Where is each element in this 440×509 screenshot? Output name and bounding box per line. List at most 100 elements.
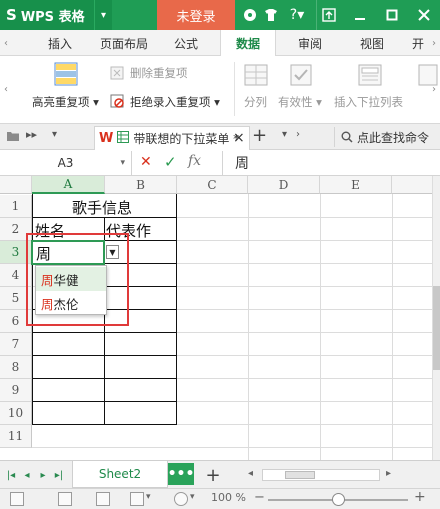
grid-line	[392, 194, 393, 460]
split-column-button[interactable]: 分列	[244, 94, 267, 110]
horizontal-scrollbar[interactable]	[262, 469, 380, 481]
search-icon	[341, 131, 353, 143]
shirt-icon[interactable]	[260, 0, 282, 30]
select-all-corner[interactable]	[0, 176, 32, 194]
grid-line	[32, 447, 432, 448]
vertical-scrollbar-thumb[interactable]	[433, 286, 440, 370]
name-box[interactable]: A3 ▾	[0, 151, 132, 175]
ribbon-body-left-icon[interactable]: ‹	[0, 76, 12, 102]
command-search-label: 点此查找命令	[357, 130, 430, 145]
reject-duplicates-button[interactable]: 拒绝录入重复项 ▾	[130, 94, 220, 110]
cancel-icon[interactable]: ✕	[140, 154, 152, 170]
validity-button[interactable]: 有效性 ▾	[278, 94, 322, 110]
row-header-1[interactable]: 1	[0, 195, 32, 218]
highlight-duplicates-label: 高亮重复项	[32, 95, 90, 109]
add-sheet-button[interactable]: +	[200, 461, 226, 489]
column-header-b[interactable]: B	[105, 176, 177, 194]
document-title: 带联想的下拉菜单 *	[133, 132, 240, 146]
ribbon-data-panel: ‹ 高亮重复项 ▾ 删除重复项 拒绝录入重复项 ▾ 分列 有效性 ▾ 插入下拉列…	[0, 56, 440, 124]
first-sheet-icon[interactable]: |◂	[4, 461, 18, 489]
formula-input[interactable]: 周	[222, 151, 440, 175]
horizontal-scrollbar-thumb[interactable]	[285, 471, 315, 479]
row-header-11[interactable]: 11	[0, 425, 32, 448]
delete-duplicates-icon	[110, 66, 124, 83]
wps-logo-icon: S	[6, 6, 17, 24]
upload-icon[interactable]	[316, 0, 340, 30]
delete-duplicates-button[interactable]: 删除重复项	[130, 65, 188, 81]
row-header-8[interactable]: 8	[0, 356, 32, 379]
tab-formulas[interactable]: 公式	[166, 30, 206, 56]
column-header-f[interactable]	[392, 176, 432, 194]
zoom-out-icon[interactable]: −	[254, 490, 265, 505]
highlight-duplicates-icon[interactable]	[54, 62, 78, 89]
document-tab[interactable]: W 带联想的下拉菜单 * ×	[94, 126, 250, 150]
tab-page-layout[interactable]: 页面布局	[92, 30, 156, 56]
column-header-c[interactable]: C	[177, 176, 248, 194]
app-menu[interactable]: S WPS 表格	[0, 0, 94, 30]
insert-dropdown-list-button[interactable]: 插入下拉列表	[334, 94, 403, 110]
tab-data[interactable]: 数据	[220, 30, 276, 57]
zoom-in-icon[interactable]: +	[414, 489, 426, 505]
maximize-icon[interactable]	[378, 0, 406, 30]
table-hline	[32, 355, 177, 356]
status-bar: ▾ ▾ 100 % − +	[0, 488, 440, 509]
new-tab-icon[interactable]: +	[252, 125, 267, 146]
tabs-more-icon[interactable]: ›	[296, 129, 300, 140]
page-break-view-icon[interactable]	[96, 492, 110, 506]
insert-function-icon[interactable]: fx	[188, 153, 201, 169]
ribbon-body-right-icon[interactable]: ›	[428, 76, 440, 102]
command-search[interactable]: 点此查找命令	[334, 127, 440, 147]
document-tab-bar: ▸▸ ▾ W 带联想的下拉菜单 * × + ▾ › 点此查找命令	[0, 124, 440, 150]
reading-mode-icon[interactable]	[130, 492, 144, 506]
vertical-scrollbar[interactable]	[432, 176, 440, 460]
column-header-a[interactable]: A	[32, 176, 105, 194]
cell-a1-title[interactable]: 歌手信息	[72, 197, 132, 218]
next-sheet-icon[interactable]: ▸	[36, 461, 50, 489]
sheet-tab-sheet2[interactable]: Sheet2	[72, 461, 168, 488]
tab-review[interactable]: 审阅	[290, 30, 330, 56]
column-header-e[interactable]: E	[320, 176, 392, 194]
name-box-dropdown-icon[interactable]: ▾	[120, 158, 125, 168]
scroll-left-icon[interactable]: ◂	[248, 468, 253, 479]
prev-sheet-icon[interactable]: ◂	[20, 461, 34, 489]
row-header-9[interactable]: 9	[0, 379, 32, 402]
tab-dev[interactable]: 开	[406, 30, 430, 56]
table-hline	[32, 401, 177, 402]
more-sheets-button[interactable]: •••	[168, 463, 194, 485]
normal-view-icon[interactable]	[10, 492, 24, 506]
sheet-tab-bar: |◂ ◂ ▸ ▸| Sheet2 ••• + ◂ ▸	[0, 460, 440, 488]
close-tab-icon[interactable]: ×	[233, 130, 245, 146]
column-header-d[interactable]: D	[248, 176, 320, 194]
page-layout-view-icon[interactable]	[58, 492, 72, 506]
ribbon-tabs: ‹ 插入 页面布局 公式 数据 审阅 视图 开 ›	[0, 30, 440, 57]
tabs-forward-icon[interactable]: ▸▸	[26, 128, 37, 141]
palette-icon[interactable]	[240, 0, 260, 30]
eye-protection-icon[interactable]	[174, 492, 188, 506]
tab-insert[interactable]: 插入	[40, 30, 80, 56]
row-header-10[interactable]: 10	[0, 402, 32, 425]
ribbon-scroll-left-icon[interactable]: ‹	[0, 30, 12, 56]
last-sheet-icon[interactable]: ▸|	[52, 461, 66, 489]
reading-mode-dropdown-icon[interactable]: ▾	[146, 492, 151, 502]
app-menu-dropdown-button[interactable]: ▾	[94, 0, 112, 30]
confirm-icon[interactable]: ✓	[164, 153, 177, 171]
annotation-highlight-box	[26, 233, 129, 326]
minimize-icon[interactable]	[346, 0, 374, 30]
zoom-slider-knob[interactable]	[331, 493, 345, 506]
close-icon[interactable]	[410, 0, 438, 30]
scroll-right-icon[interactable]: ▸	[386, 468, 391, 479]
ribbon-scroll-right-icon[interactable]: ›	[428, 30, 440, 56]
folder-icon[interactable]	[6, 130, 20, 145]
highlight-duplicates-button[interactable]: 高亮重复项 ▾	[32, 94, 99, 110]
tabs-dropdown-icon[interactable]: ▾	[52, 129, 57, 140]
zoom-level[interactable]: 100 %	[211, 491, 246, 504]
reject-duplicates-icon	[110, 94, 124, 111]
app-name: WPS 表格	[20, 9, 85, 25]
tabs-menu-icon[interactable]: ▾	[282, 129, 287, 140]
tab-view[interactable]: 视图	[352, 30, 392, 56]
table-hline	[32, 378, 177, 379]
login-button[interactable]: 未登录	[157, 0, 235, 30]
row-header-7[interactable]: 7	[0, 333, 32, 356]
eye-protection-dropdown-icon[interactable]: ▾	[190, 492, 195, 502]
help-icon[interactable]: ?▾	[284, 0, 310, 30]
